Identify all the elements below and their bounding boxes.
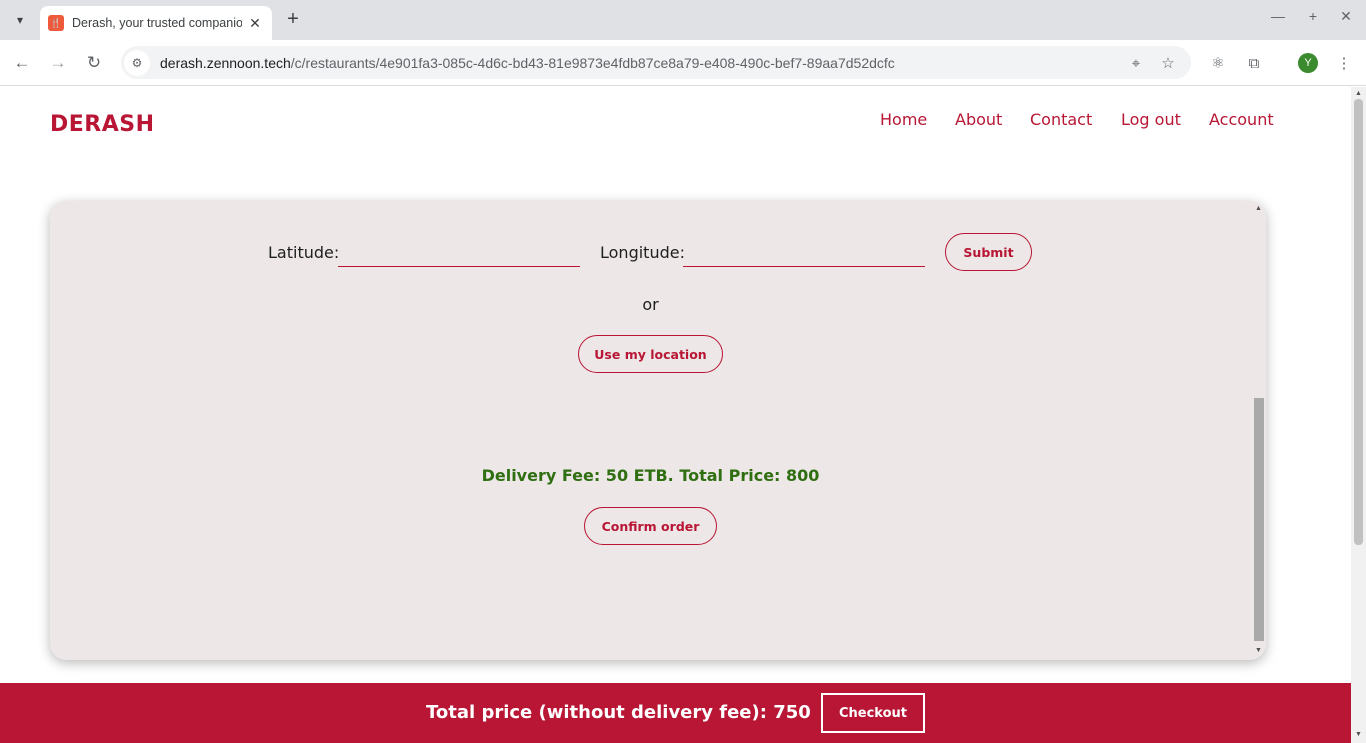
nav-logout[interactable]: Log out	[1121, 110, 1181, 129]
nav-account[interactable]: Account	[1209, 110, 1274, 129]
tab-close-icon[interactable]: ✕	[246, 15, 264, 32]
profile-avatar[interactable]: Y	[1298, 53, 1318, 73]
back-icon[interactable]: ←	[10, 51, 34, 75]
address-bar[interactable]: ⚙ derash.zennoon.tech/c/restaurants/4e90…	[121, 46, 1191, 79]
site-info-icon[interactable]: ⚙	[124, 49, 150, 76]
page-scroll-up-icon[interactable]: ▲	[1355, 90, 1362, 97]
longitude-input[interactable]	[683, 243, 925, 267]
longitude-label: Longitude:	[600, 243, 685, 262]
url-path: /c/restaurants/4e901fa3-085c-4d6c-bd43-8…	[290, 54, 895, 71]
scroll-down-icon[interactable]: ▼	[1255, 647, 1262, 654]
reload-icon[interactable]: ↻	[82, 51, 106, 75]
confirm-order-button[interactable]: Confirm order	[584, 507, 717, 545]
maximize-icon[interactable]: +	[1303, 8, 1323, 24]
page-viewport: DERASH Home About Contact Log out Accoun…	[0, 87, 1351, 743]
favicon-icon: 🍴	[48, 15, 64, 31]
total-price-text: Total price (without delivery fee): 750	[426, 702, 811, 723]
checkout-button[interactable]: Checkout	[821, 693, 925, 733]
extension-react-icon[interactable]: ⚛	[1207, 52, 1229, 74]
browser-toolbar: ← → ↻ ⚙ derash.zennoon.tech/c/restaurant…	[0, 40, 1366, 86]
page-scrollbar-thumb[interactable]	[1354, 99, 1363, 545]
latitude-label: Latitude:	[268, 243, 340, 262]
tab-title: Derash, your trusted companion	[72, 16, 242, 30]
use-my-location-button[interactable]: Use my location	[578, 335, 723, 373]
page-scroll-down-icon[interactable]: ▼	[1355, 731, 1362, 738]
nav-contact[interactable]: Contact	[1030, 110, 1092, 129]
browser-tab[interactable]: 🍴 Derash, your trusted companion ✕	[40, 6, 272, 40]
site-logo[interactable]: DERASH	[50, 112, 155, 137]
new-tab-button[interactable]: +	[282, 8, 304, 30]
or-separator: or	[642, 295, 659, 314]
delivery-fee-text: Delivery Fee: 50 ETB. Total Price: 800	[481, 466, 820, 485]
nav-home[interactable]: Home	[880, 110, 927, 129]
scroll-up-icon[interactable]: ▲	[1255, 205, 1262, 212]
checkout-bar: Total price (without delivery fee): 750 …	[0, 683, 1351, 743]
extensions-icon[interactable]: ⧉	[1243, 52, 1265, 74]
submit-button[interactable]: Submit	[945, 233, 1032, 271]
forward-icon[interactable]: →	[46, 51, 70, 75]
url-text: derash.zennoon.tech/c/restaurants/4e901f…	[160, 55, 895, 71]
latitude-input[interactable]	[338, 243, 580, 267]
star-icon[interactable]: ☆	[1158, 53, 1178, 73]
browser-tab-bar: ▾ 🍴 Derash, your trusted companion ✕ + —…	[0, 0, 1366, 40]
nav-about[interactable]: About	[955, 110, 1002, 129]
minimize-icon[interactable]: —	[1268, 8, 1288, 24]
url-host: derash.zennoon.tech	[160, 54, 291, 71]
card-scrollbar[interactable]: ▲ ▼	[1251, 201, 1266, 660]
menu-icon[interactable]: ⋮	[1333, 52, 1355, 74]
close-icon[interactable]: ✕	[1336, 8, 1356, 25]
tab-list-icon[interactable]: ▾	[8, 8, 32, 32]
page-scrollbar[interactable]: ▲ ▼	[1351, 87, 1366, 743]
card-scrollbar-thumb[interactable]	[1254, 398, 1264, 641]
order-card: Latitude: Longitude: Submit or Use my lo…	[50, 201, 1266, 660]
location-icon[interactable]: ⌖	[1126, 53, 1146, 73]
